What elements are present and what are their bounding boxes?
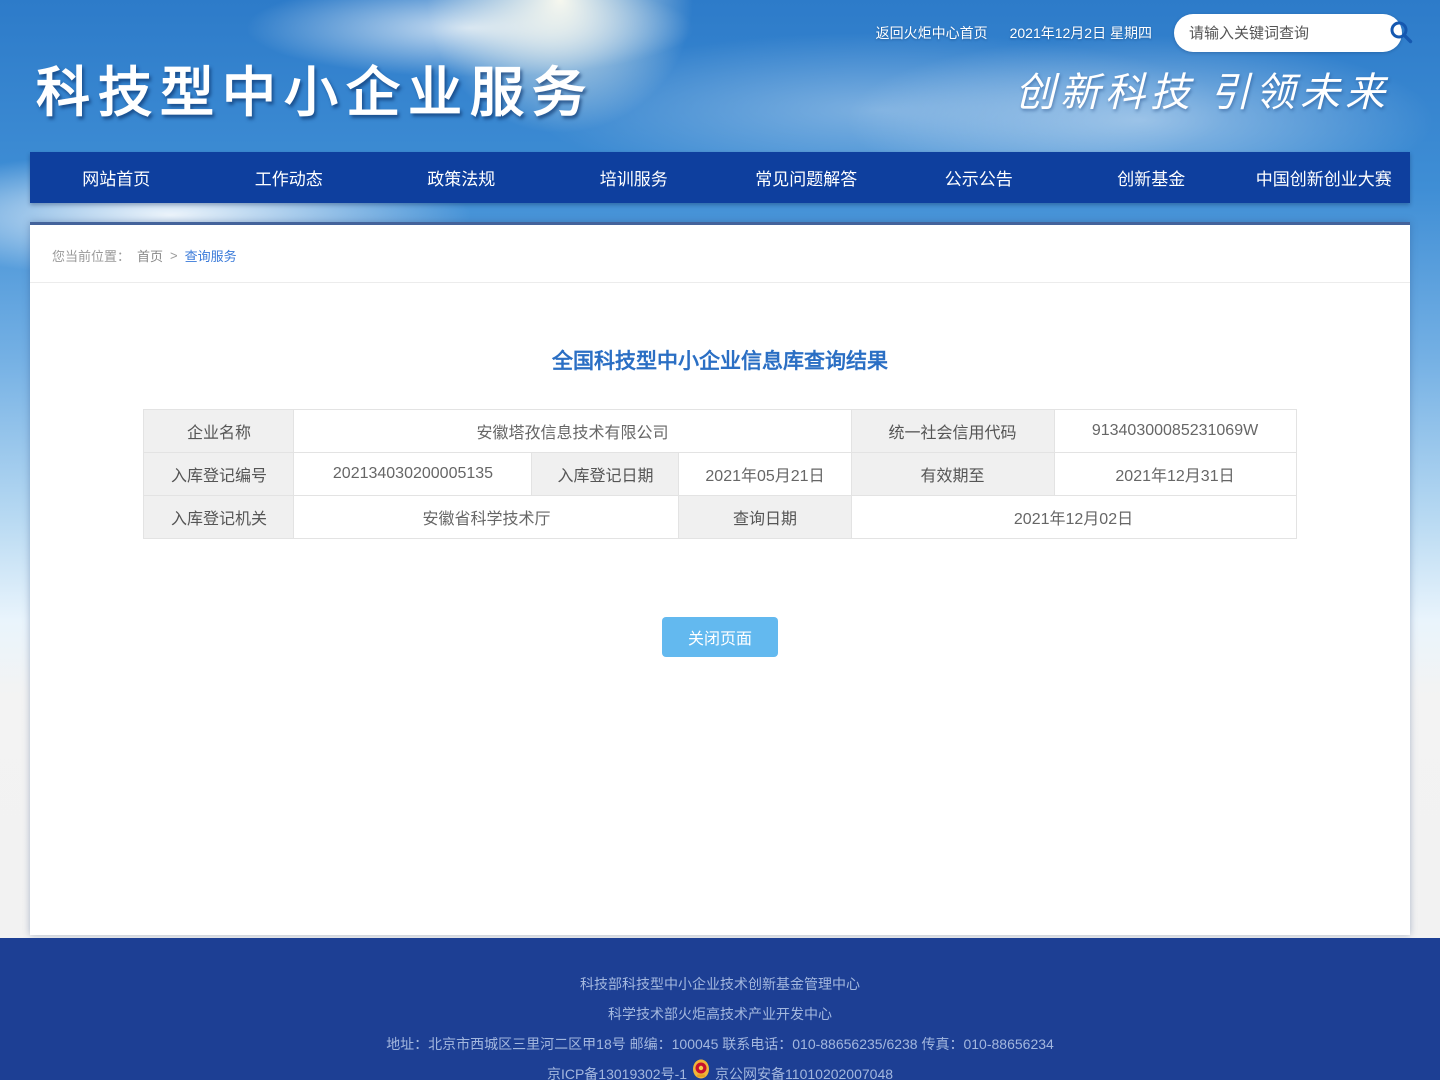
nav-item-announcements[interactable]: 公示公告 bbox=[893, 152, 1066, 203]
footer-org-line2: 科学技术部火炬高技术产业开发中心 bbox=[0, 999, 1440, 1029]
footer-icp-row: 京ICP备13019302号-1 京公网安备11010202007048 bbox=[0, 1059, 1440, 1080]
nav-item-training[interactable]: 培训服务 bbox=[548, 152, 721, 203]
registration-date-label: 入库登记日期 bbox=[532, 453, 679, 496]
registration-authority-value: 安徽省科学技术厅 bbox=[294, 496, 679, 539]
search-icon bbox=[1388, 19, 1414, 48]
close-page-button[interactable]: 关闭页面 bbox=[662, 617, 778, 657]
breadcrumb-home-link[interactable]: 首页 bbox=[137, 246, 163, 265]
table-row: 入库登记编号 202134030200005135 入库登记日期 2021年05… bbox=[144, 453, 1296, 496]
valid-until-value: 2021年12月31日 bbox=[1054, 453, 1296, 496]
nav-item-faq[interactable]: 常见问题解答 bbox=[720, 152, 893, 203]
police-badge-icon bbox=[692, 1059, 710, 1080]
current-date: 2021年12月2日 星期四 bbox=[1010, 23, 1152, 43]
icp-license-link[interactable]: 京ICP备13019302号-1 bbox=[547, 1059, 687, 1080]
company-name-value: 安徽塔孜信息技术有限公司 bbox=[294, 410, 851, 453]
top-bar: 返回火炬中心首页 2021年12月2日 星期四 bbox=[876, 0, 1402, 66]
table-row: 企业名称 安徽塔孜信息技术有限公司 统一社会信用代码 9134030008523… bbox=[144, 410, 1296, 453]
search-box bbox=[1174, 14, 1402, 52]
table-row: 入库登记机关 安徽省科学技术厅 查询日期 2021年12月02日 bbox=[144, 496, 1296, 539]
site-logo[interactable]: 科技型中小企业服务 bbox=[36, 48, 594, 127]
button-row: 关闭页面 bbox=[30, 617, 1410, 657]
main-navigation: 网站首页 工作动态 政策法规 培训服务 常见问题解答 公示公告 创新基金 中国创… bbox=[30, 152, 1410, 203]
public-security-filing-link[interactable]: 京公网安备11010202007048 bbox=[715, 1059, 893, 1080]
breadcrumb-current-link[interactable]: 查询服务 bbox=[185, 246, 237, 265]
footer-org-line1: 科技部科技型中小企业技术创新基金管理中心 bbox=[0, 969, 1440, 999]
credit-code-label: 统一社会信用代码 bbox=[851, 410, 1054, 453]
registration-date-value: 2021年05月21日 bbox=[679, 453, 851, 496]
nav-item-work-news[interactable]: 工作动态 bbox=[203, 152, 376, 203]
breadcrumb: 您当前位置： 首页 > 查询服务 bbox=[30, 225, 1410, 283]
nav-item-policies[interactable]: 政策法规 bbox=[375, 152, 548, 203]
registration-number-value: 202134030200005135 bbox=[294, 453, 532, 496]
footer-contact-line: 地址：北京市西城区三里河二区甲18号 邮编：100045 联系电话：010-88… bbox=[0, 1029, 1440, 1059]
credit-code-value: 91340300085231069W bbox=[1054, 410, 1296, 453]
search-input[interactable] bbox=[1189, 25, 1388, 42]
site-slogan: 创新科技 引领未来 bbox=[1015, 60, 1390, 118]
content-panel: 您当前位置： 首页 > 查询服务 全国科技型中小企业信息库查询结果 企业名称 安… bbox=[30, 222, 1410, 935]
page-footer: 科技部科技型中小企业技术创新基金管理中心 科学技术部火炬高技术产业开发中心 地址… bbox=[0, 938, 1440, 1080]
nav-item-home[interactable]: 网站首页 bbox=[30, 152, 203, 203]
nav-item-innovation-fund[interactable]: 创新基金 bbox=[1065, 152, 1238, 203]
back-to-torch-center-link[interactable]: 返回火炬中心首页 bbox=[876, 23, 988, 43]
breadcrumb-prefix: 您当前位置： bbox=[52, 246, 130, 265]
search-button[interactable] bbox=[1388, 18, 1414, 48]
page-title: 全国科技型中小企业信息库查询结果 bbox=[30, 345, 1410, 375]
breadcrumb-separator: > bbox=[170, 248, 178, 263]
query-result-table: 企业名称 安徽塔孜信息技术有限公司 统一社会信用代码 9134030008523… bbox=[143, 409, 1296, 539]
registration-authority-label: 入库登记机关 bbox=[144, 496, 294, 539]
query-date-value: 2021年12月02日 bbox=[851, 496, 1296, 539]
valid-until-label: 有效期至 bbox=[851, 453, 1054, 496]
company-name-label: 企业名称 bbox=[144, 410, 294, 453]
query-date-label: 查询日期 bbox=[679, 496, 851, 539]
nav-item-innovation-competition[interactable]: 中国创新创业大赛 bbox=[1238, 152, 1411, 203]
registration-number-label: 入库登记编号 bbox=[144, 453, 294, 496]
